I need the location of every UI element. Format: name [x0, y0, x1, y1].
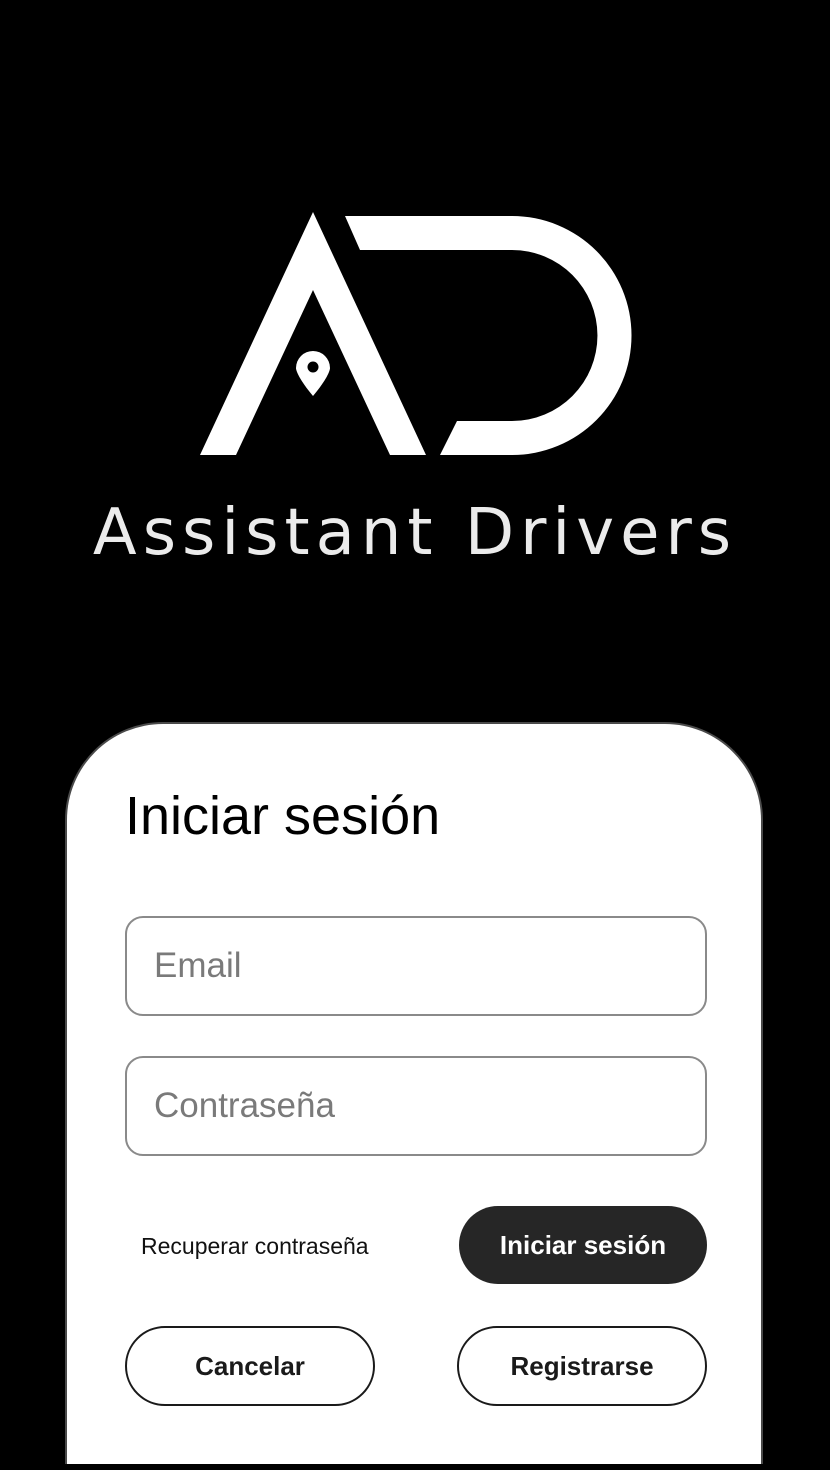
- login-card: Iniciar sesión Recuperar contraseña Inic…: [65, 722, 763, 1464]
- location-pin-icon: [296, 351, 330, 396]
- register-button[interactable]: Registrarse: [457, 1326, 707, 1406]
- password-field[interactable]: [127, 1058, 705, 1154]
- recover-password-link[interactable]: Recuperar contraseña: [141, 1230, 369, 1262]
- email-field[interactable]: [127, 918, 705, 1014]
- brand-name: Assistant Drivers: [92, 496, 738, 570]
- cancel-button[interactable]: Cancelar: [125, 1326, 375, 1406]
- login-screen: Assistant Drivers Iniciar sesión Recuper…: [0, 0, 830, 1470]
- password-field-container: [125, 1056, 707, 1156]
- page-title: Iniciar sesión: [125, 786, 441, 846]
- login-button[interactable]: Iniciar sesión: [459, 1206, 707, 1284]
- email-field-container: [125, 916, 707, 1016]
